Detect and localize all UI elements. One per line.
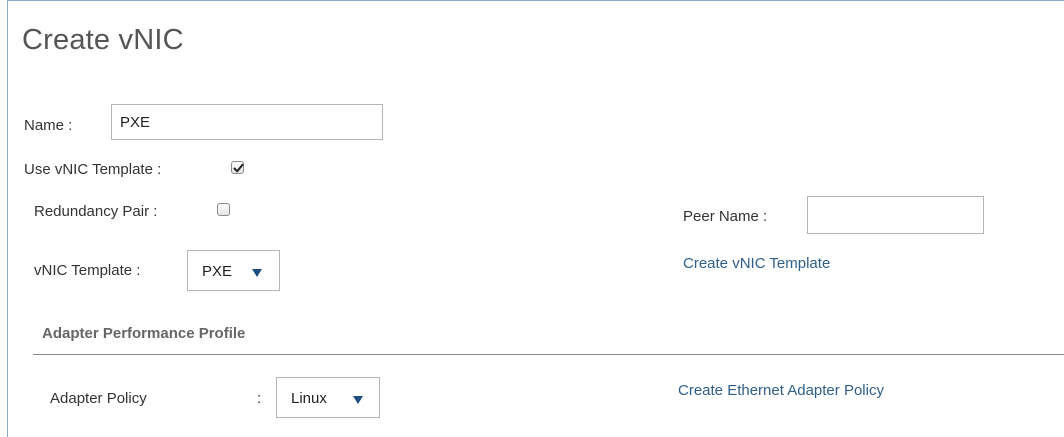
dropdown-arrow-icon	[252, 269, 262, 277]
adapter-policy-select[interactable]: Linux	[276, 377, 380, 418]
adapter-performance-profile-heading: Adapter Performance Profile	[42, 325, 246, 342]
adapter-policy-separator: :	[257, 390, 262, 407]
use-vnic-template-label: Use vNIC Template :	[24, 161, 162, 178]
dialog-title: Create vNIC	[22, 24, 184, 56]
adapter-policy-label: Adapter Policy	[50, 390, 147, 407]
vnic-template-selected: PXE	[202, 263, 233, 280]
create-vnic-template-link[interactable]: Create vNIC Template	[683, 255, 830, 272]
peer-name-input[interactable]	[807, 196, 984, 234]
create-ethernet-adapter-policy-link[interactable]: Create Ethernet Adapter Policy	[678, 382, 884, 399]
dialog-top-border	[7, 0, 1064, 1]
redundancy-pair-checkbox[interactable]	[217, 203, 230, 216]
redundancy-pair-label: Redundancy Pair :	[34, 203, 158, 220]
create-vnic-dialog: Create vNIC Name : Use vNIC Template : R…	[0, 0, 1064, 437]
name-label: Name :	[24, 117, 73, 134]
use-vnic-template-checkbox[interactable]	[231, 161, 244, 174]
vnic-template-label: vNIC Template :	[34, 262, 141, 279]
peer-name-label: Peer Name :	[683, 208, 768, 225]
section-divider	[33, 354, 1064, 355]
checkmark-icon	[233, 163, 244, 173]
dropdown-arrow-icon	[353, 396, 363, 404]
adapter-policy-selected: Linux	[291, 390, 327, 407]
dialog-left-border	[7, 0, 8, 437]
vnic-template-select[interactable]: PXE	[187, 250, 280, 291]
name-input[interactable]	[111, 104, 383, 140]
